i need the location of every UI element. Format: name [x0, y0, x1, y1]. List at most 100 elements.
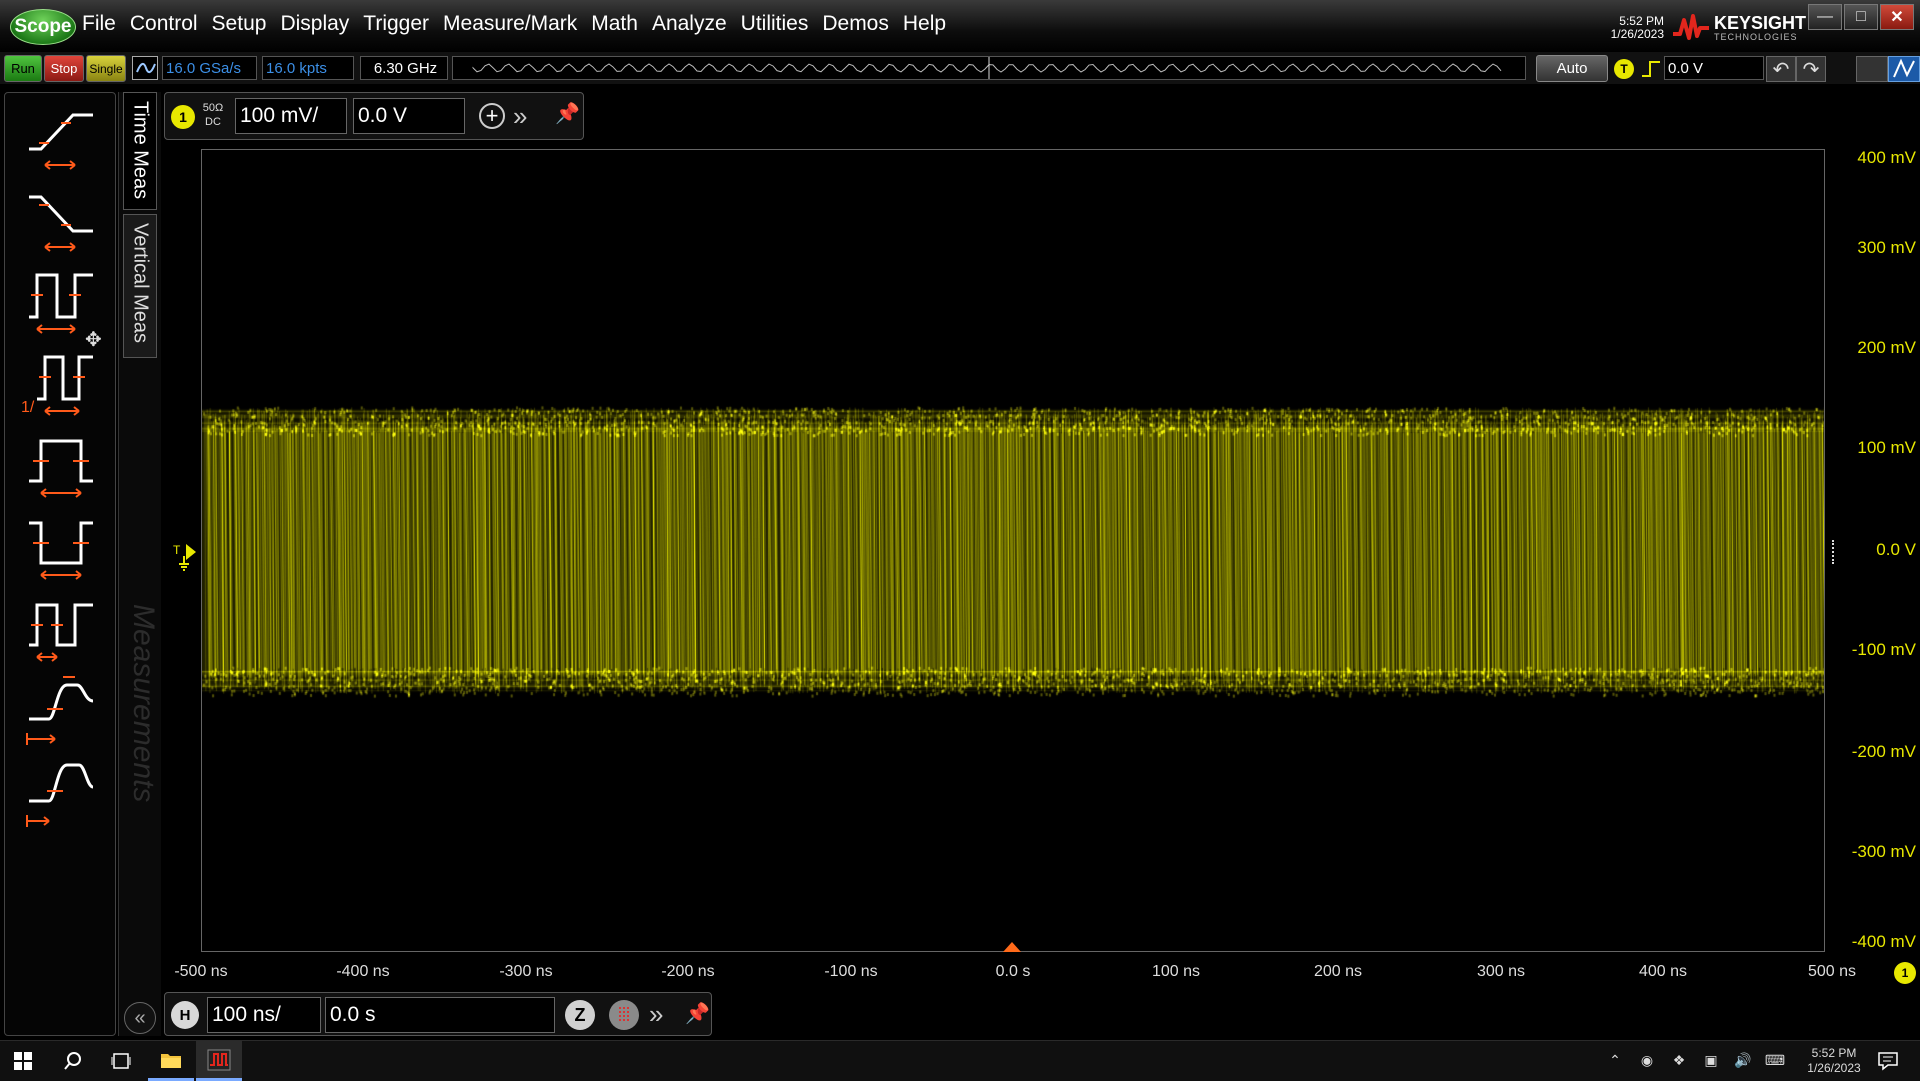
menu-bar: Scope File Control Setup Display Trigger… — [0, 0, 1920, 52]
y-tick-label: -100 mV — [1851, 640, 1916, 659]
y-tick-label: -300 mV — [1851, 842, 1916, 861]
bandwidth-field[interactable]: 6.30 GHz — [360, 56, 448, 80]
channel-coupling-mode: DC — [205, 116, 221, 128]
offset-handle[interactable] — [1832, 540, 1838, 564]
fall-time-icon[interactable] — [23, 183, 99, 255]
trigger-badge[interactable]: T — [1614, 59, 1634, 79]
menu-trigger[interactable]: Trigger — [363, 12, 429, 36]
waveform-overview[interactable] — [452, 56, 1526, 80]
svg-text:T: T — [173, 543, 181, 557]
channel-coupling[interactable]: 50Ω DC — [201, 101, 225, 129]
menu-analyze[interactable]: Analyze — [652, 12, 727, 36]
pin-icon[interactable]: 📌 — [685, 1001, 710, 1026]
sample-rate-field[interactable]: 16.0 GSa/s — [162, 56, 257, 80]
menu-control[interactable]: Control — [130, 12, 198, 36]
taskbar-clock[interactable]: 5:52 PM 1/26/2023 — [1796, 1046, 1872, 1076]
search-icon[interactable] — [50, 1041, 96, 1081]
layout-tool-icon[interactable] — [1856, 56, 1888, 82]
x-tick-label: 300 ns — [1476, 963, 1526, 980]
close-icon[interactable]: ✕ — [1880, 4, 1914, 30]
y-tick-label: 100 mV — [1857, 438, 1916, 457]
markers-tool-icon[interactable] — [1888, 56, 1920, 82]
maximize-icon[interactable]: □ — [1844, 4, 1878, 30]
volume-icon[interactable]: 🔊 — [1734, 1051, 1752, 1069]
notifications-icon[interactable] — [1876, 1049, 1900, 1073]
time-position-field[interactable]: 0.0 s — [325, 997, 555, 1033]
zoom-button[interactable]: Z — [565, 1000, 595, 1030]
single-button[interactable]: Single — [86, 55, 126, 82]
toolbar: Run Stop Single 16.0 GSa/s 16.0 kpts 6.3… — [0, 52, 1920, 84]
menu-math[interactable]: Math — [591, 12, 638, 36]
y-tick-label: 400 mV — [1857, 148, 1916, 167]
vertical-offset-field[interactable]: 0.0 V — [353, 98, 465, 134]
keyboard-icon[interactable]: ⌨ — [1765, 1051, 1785, 1069]
channel-1-bar: 1 50Ω DC 100 mV/ 0.0 V + » 📌 — [164, 92, 584, 140]
taskbar-time: 5:52 PM — [1811, 1046, 1857, 1060]
menu-measure-mark[interactable]: Measure/Mark — [443, 12, 577, 36]
y-tick-label: -200 mV — [1851, 742, 1916, 761]
rising-edge-icon[interactable] — [1640, 59, 1662, 79]
acquisition-mode-icon[interactable] — [132, 56, 158, 80]
delay-rising-icon[interactable] — [23, 675, 99, 747]
vertical-scale-field[interactable]: 100 mV/ — [235, 98, 347, 134]
channel-1-badge[interactable]: 1 — [171, 105, 195, 129]
trigger-mode-button[interactable]: Auto — [1536, 55, 1608, 82]
negative-width-icon[interactable] — [23, 511, 99, 583]
overview-wave — [472, 63, 1502, 73]
menu-setup[interactable]: Setup — [212, 12, 267, 36]
keysight-wave-icon — [1673, 14, 1709, 40]
duty-cycle-icon[interactable] — [23, 593, 99, 665]
horizontal-badge[interactable]: H — [171, 1001, 199, 1029]
chevron-up-icon[interactable]: ⌃ — [1606, 1051, 1624, 1069]
windows-start-icon[interactable] — [0, 1041, 46, 1081]
channel-impedance: 50Ω — [202, 102, 224, 114]
system-tray: ⌃ ◉ ❖ ▣ 🔊 ⌨ — [1606, 1051, 1785, 1069]
menu-help[interactable]: Help — [903, 12, 946, 36]
tab-time-meas[interactable]: Time Meas — [123, 92, 157, 210]
channel-1-trace — [202, 150, 1824, 951]
rise-time-icon[interactable] — [23, 101, 99, 173]
waveform-display[interactable] — [201, 149, 1825, 952]
minimize-icon[interactable]: — — [1808, 4, 1842, 30]
time-scale-field[interactable]: 100 ns/ — [207, 997, 321, 1033]
scope-logo-button[interactable]: Scope — [10, 9, 76, 45]
stop-button[interactable]: Stop — [44, 55, 84, 82]
tray-keysight-icon[interactable]: ❖ — [1670, 1051, 1688, 1069]
channel-1-scale-badge: 1 — [1894, 962, 1916, 984]
menu-demos[interactable]: Demos — [822, 12, 889, 36]
roll-mode-icon[interactable] — [609, 1000, 639, 1030]
tab-vertical-meas[interactable]: Vertical Meas — [123, 214, 157, 358]
task-view-icon[interactable] — [98, 1041, 144, 1081]
windows-taskbar: ⌃ ◉ ❖ ▣ 🔊 ⌨ 5:52 PM 1/26/2023 — [0, 1040, 1920, 1081]
memory-depth-field[interactable]: 16.0 kpts — [262, 56, 354, 80]
pin-icon[interactable]: 📌 — [555, 101, 580, 126]
trigger-position-marker[interactable] — [1003, 942, 1021, 952]
x-tick-label: 400 ns — [1638, 963, 1688, 980]
menu-file[interactable]: File — [82, 12, 116, 36]
x-tick-label: -200 ns — [661, 963, 715, 980]
frequency-button[interactable]: 1/ — [21, 347, 99, 419]
more-options-icon[interactable]: » — [649, 999, 663, 1030]
menu-display[interactable]: Display — [280, 12, 349, 36]
redo-icon[interactable]: ↷ — [1796, 56, 1826, 82]
run-button[interactable]: Run — [4, 55, 42, 82]
measurement-panel: 1/ ✥ — [4, 92, 116, 1036]
positive-width-icon[interactable] — [23, 429, 99, 501]
network-icon[interactable]: ▣ — [1702, 1051, 1720, 1069]
more-options-icon[interactable]: » — [513, 101, 527, 132]
scope-app-icon[interactable] — [196, 1041, 242, 1081]
measurement-tabs: Time Meas Vertical Meas — [118, 92, 161, 1036]
main-menu: File Control Setup Display Trigger Measu… — [82, 12, 960, 36]
move-cursor-icon: ✥ — [85, 329, 102, 351]
channel-ground-marker-icon[interactable]: T — [172, 542, 202, 572]
delay-settling-icon[interactable] — [23, 757, 99, 829]
tray-app-icon[interactable]: ◉ — [1638, 1051, 1656, 1069]
add-channel-icon[interactable]: + — [479, 103, 505, 129]
file-explorer-icon[interactable] — [148, 1041, 194, 1081]
trigger-level-field[interactable]: 0.0 V — [1664, 56, 1764, 80]
collapse-panel-icon[interactable]: « — [124, 1002, 156, 1034]
menu-utilities[interactable]: Utilities — [741, 12, 809, 36]
x-tick-label: -400 ns — [336, 963, 390, 980]
status-clock: 5:52 PM 1/26/2023 — [1604, 15, 1664, 41]
undo-icon[interactable]: ↶ — [1766, 56, 1796, 82]
